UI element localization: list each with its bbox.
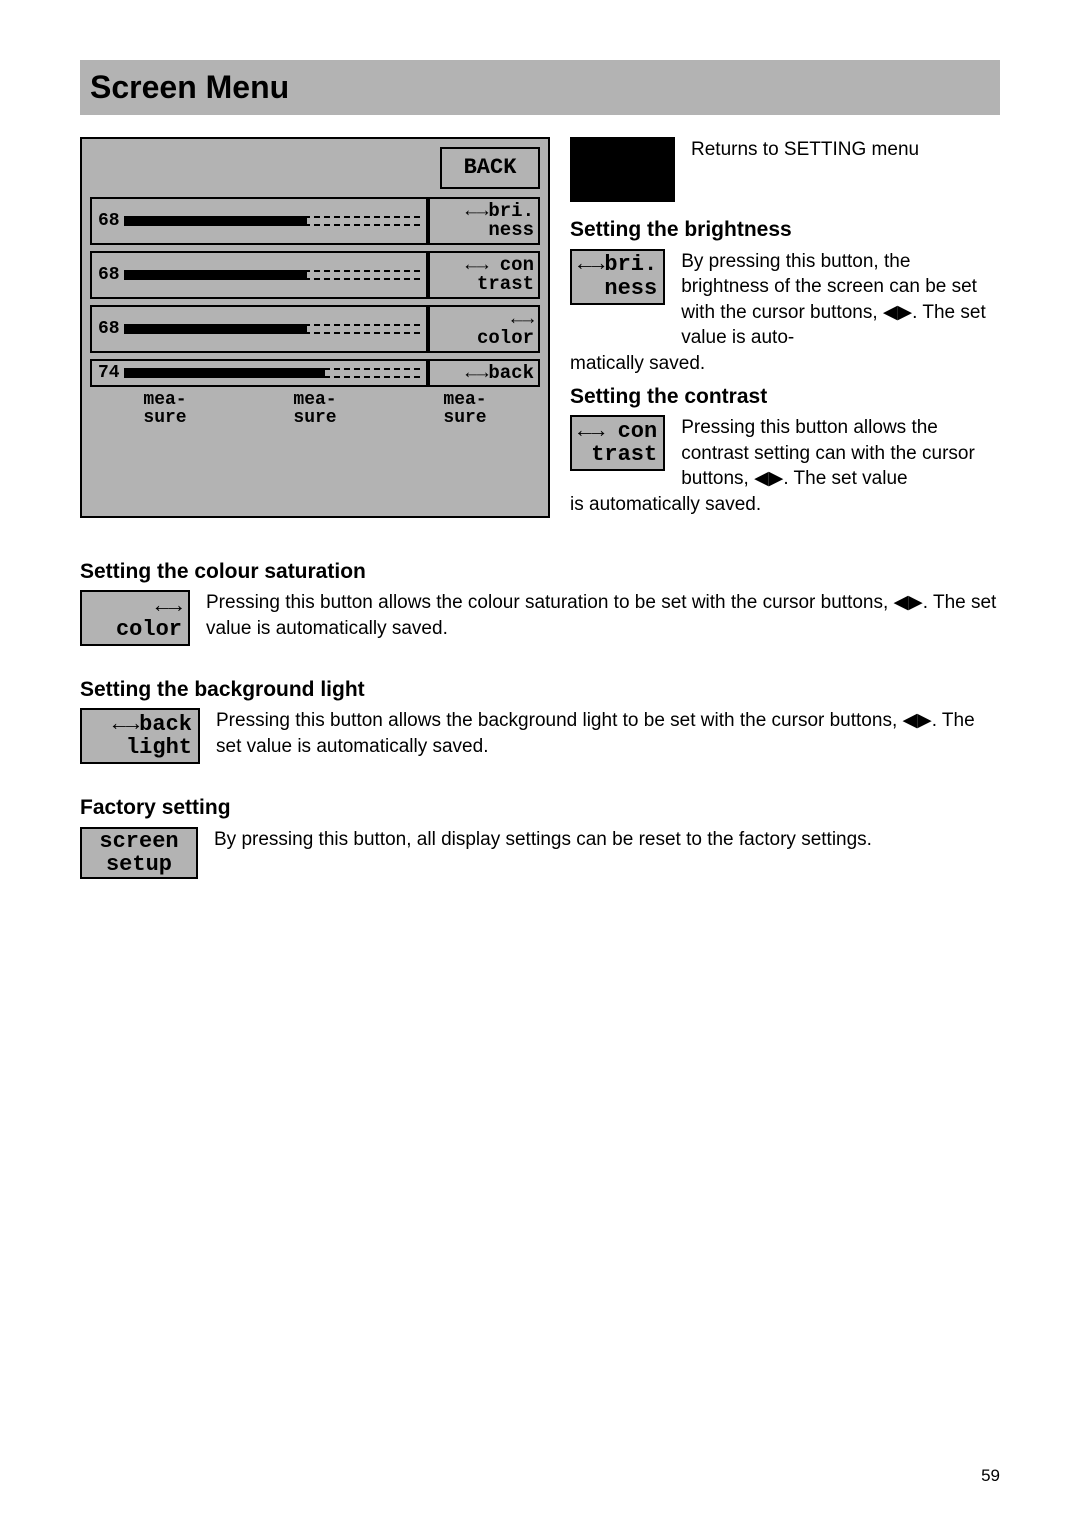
contrast-heading: Setting the contrast: [570, 383, 1000, 411]
factory-button[interactable]: screen setup: [80, 827, 198, 879]
backlight-button-l1: ←→back: [113, 713, 192, 736]
color-button[interactable]: ←→ color: [80, 590, 190, 646]
color-section: Setting the colour saturation ←→ color P…: [80, 558, 1000, 646]
factory-section: Factory setting screen setup By pressing…: [80, 794, 1000, 878]
footer-cell: mea- sure: [390, 389, 540, 427]
contrast-text: Pressing this button allows the contrast…: [681, 415, 1000, 492]
brightness-text: By pressing this button, the brightness …: [681, 249, 1000, 352]
backlight-section: Setting the background light ←→back ligh…: [80, 676, 1000, 764]
factory-heading: Factory setting: [80, 794, 1000, 822]
page-number: 59: [981, 1465, 1000, 1488]
color-slider[interactable]: 68: [90, 305, 428, 353]
panel-footer: mea- sure mea- sure mea- sure: [90, 389, 540, 427]
back-indicator-icon: [570, 137, 675, 202]
contrast-text-tail: is automatically saved.: [570, 492, 1000, 518]
backlight-cell-line: ←→back: [466, 364, 534, 383]
factory-button-l1: screen: [99, 830, 178, 853]
color-button-l1: ←→: [156, 595, 182, 618]
contrast-button-l2: trast: [591, 443, 657, 466]
backlight-heading: Setting the background light: [80, 676, 1000, 704]
back-description: Returns to SETTING menu: [691, 137, 919, 163]
brightness-cell-button[interactable]: ←→bri. ness: [428, 197, 540, 245]
backlight-text: Pressing this button allows the backgrou…: [216, 708, 1000, 759]
backlight-value: 74: [98, 361, 120, 385]
right-column: Returns to SETTING menu Setting the brig…: [570, 137, 1000, 517]
color-text: Pressing this button allows the colour s…: [206, 590, 1000, 641]
brightness-button-l2: ness: [604, 277, 657, 300]
contrast-slider[interactable]: 68: [90, 251, 428, 299]
brightness-text-tail: matically saved.: [570, 351, 1000, 377]
brightness-button-l1: ←→bri.: [578, 253, 657, 276]
back-button[interactable]: BACK: [440, 147, 540, 189]
backlight-button[interactable]: ←→back light: [80, 708, 200, 764]
backlight-cell-button[interactable]: ←→back: [428, 359, 540, 387]
backlight-slider[interactable]: 74: [90, 359, 428, 387]
page-title: Screen Menu: [80, 60, 1000, 115]
color-value: 68: [98, 317, 120, 341]
brightness-cell-line2: ness: [488, 221, 534, 240]
brightness-value: 68: [98, 209, 120, 233]
contrast-button-l1: ←→ con: [578, 420, 657, 443]
contrast-button[interactable]: ←→ con trast: [570, 415, 665, 471]
color-button-l2: color: [116, 618, 182, 641]
color-cell-button[interactable]: ←→ color: [428, 305, 540, 353]
brightness-slider[interactable]: 68: [90, 197, 428, 245]
factory-text: By pressing this button, all display set…: [214, 827, 1000, 853]
contrast-cell-button[interactable]: ←→ con trast: [428, 251, 540, 299]
factory-button-l2: setup: [106, 853, 172, 876]
device-screen: BACK 68 ←→bri. ness 68 ←→ con trast: [80, 137, 550, 517]
footer-cell: mea- sure: [240, 389, 390, 427]
brightness-button[interactable]: ←→bri. ness: [570, 249, 665, 305]
brightness-heading: Setting the brightness: [570, 216, 1000, 244]
footer-cell: mea- sure: [90, 389, 240, 427]
color-cell-line2: color: [477, 329, 534, 348]
color-heading: Setting the colour saturation: [80, 558, 1000, 586]
backlight-button-l2: light: [126, 736, 192, 759]
contrast-cell-line2: trast: [477, 275, 534, 294]
contrast-value: 68: [98, 263, 120, 287]
